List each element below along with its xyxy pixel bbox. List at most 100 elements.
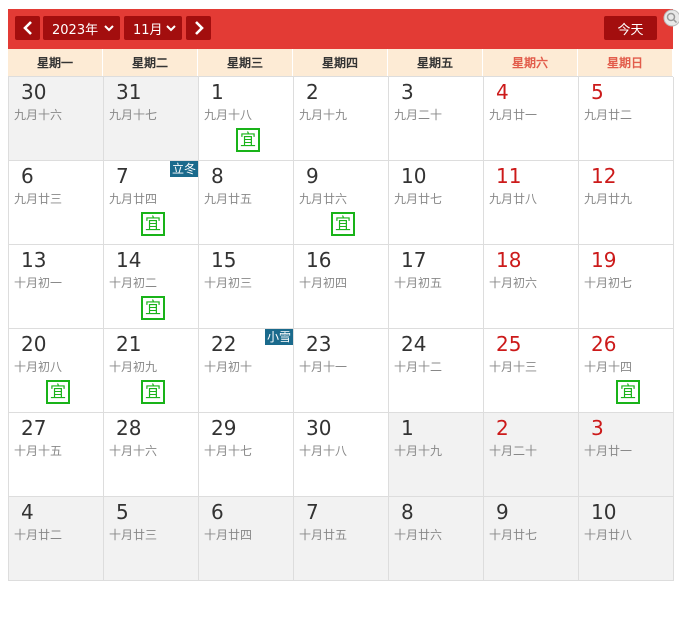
day-number: 30	[21, 80, 47, 104]
weekday-label: 星期三	[198, 49, 293, 76]
day-cell[interactable]: 6 九月廿三	[9, 161, 104, 245]
day-number: 30	[306, 416, 332, 440]
auspicious-badge: 宜	[141, 212, 165, 236]
day-cell[interactable]: 23 十月十一	[294, 329, 389, 413]
day-number: 3	[591, 416, 604, 440]
day-number: 16	[306, 248, 332, 272]
day-number: 2	[496, 416, 509, 440]
day-cell[interactable]: 27 十月十五	[9, 413, 104, 497]
lunar-date: 十月十六	[109, 444, 158, 458]
lunar-date: 十月十八	[299, 444, 348, 458]
auspicious-badge: 宜	[46, 380, 70, 404]
lunar-date: 九月十七	[109, 108, 158, 122]
day-cell[interactable]: 15 十月初三	[199, 245, 294, 329]
day-cell[interactable]: 7 九月廿四宜 立冬	[104, 161, 199, 245]
lunar-date: 九月廿八	[489, 192, 538, 206]
day-cell[interactable]: 2 十月二十	[484, 413, 579, 497]
day-cell[interactable]: 9 十月廿七	[484, 497, 579, 581]
lunar-date: 十月初五	[394, 276, 443, 290]
auspicious-badge: 宜	[236, 128, 260, 152]
day-cell[interactable]: 3 十月廿一	[579, 413, 674, 497]
day-cell[interactable]: 1 九月十八宜	[199, 77, 294, 161]
day-cell[interactable]: 8 十月廿六	[389, 497, 484, 581]
weekday-label: 星期五	[388, 49, 483, 76]
lunar-date: 十月廿二	[14, 528, 63, 542]
day-cell[interactable]: 25 十月十三	[484, 329, 579, 413]
day-cell[interactable]: 6 十月廿四	[199, 497, 294, 581]
day-number: 13	[21, 248, 47, 272]
day-number: 14	[116, 248, 142, 272]
lunar-date: 十月十七	[204, 444, 253, 458]
auspicious-badge: 宜	[331, 212, 355, 236]
day-cell[interactable]: 14 十月初二宜	[104, 245, 199, 329]
day-number: 12	[591, 164, 617, 188]
day-cell[interactable]: 10 九月廿七	[389, 161, 484, 245]
lunar-date: 十月初九	[109, 360, 158, 374]
day-cell[interactable]: 30 十月十八	[294, 413, 389, 497]
day-number: 5	[116, 500, 129, 524]
day-cell[interactable]: 18 十月初六	[484, 245, 579, 329]
day-cell[interactable]: 5 十月廿三	[104, 497, 199, 581]
chevron-right-icon	[194, 21, 204, 35]
day-number: 25	[496, 332, 522, 356]
day-cell[interactable]: 26 十月十四宜	[579, 329, 674, 413]
day-cell[interactable]: 4 九月廿一	[484, 77, 579, 161]
day-cell[interactable]: 9 九月廿六宜	[294, 161, 389, 245]
day-number: 10	[591, 500, 617, 524]
lunar-date: 十月十二	[394, 360, 443, 374]
day-cell[interactable]: 24 十月十二	[389, 329, 484, 413]
month-select[interactable]: 11月	[124, 16, 182, 40]
day-number: 18	[496, 248, 522, 272]
day-cell[interactable]: 29 十月十七	[199, 413, 294, 497]
today-button[interactable]: 今天	[604, 16, 657, 40]
lunar-date: 九月廿四	[109, 192, 158, 206]
search-icon[interactable]	[663, 9, 679, 27]
lunar-date: 十月十三	[489, 360, 538, 374]
day-cell[interactable]: 4 十月廿二	[9, 497, 104, 581]
next-month-button[interactable]	[186, 16, 211, 40]
day-cell[interactable]: 21 十月初九宜	[104, 329, 199, 413]
lunar-date: 九月廿三	[14, 192, 63, 206]
day-number: 7	[116, 164, 129, 188]
year-select[interactable]: 2023年	[43, 16, 120, 40]
lunar-date: 十月初八	[14, 360, 63, 374]
day-cell[interactable]: 17 十月初五	[389, 245, 484, 329]
day-number: 26	[591, 332, 617, 356]
weekday-label: 星期一	[8, 49, 103, 76]
day-number: 9	[496, 500, 509, 524]
day-cell[interactable]: 1 十月十九	[389, 413, 484, 497]
day-cell[interactable]: 16 十月初四	[294, 245, 389, 329]
day-number: 6	[211, 500, 224, 524]
day-number: 20	[21, 332, 47, 356]
day-cell[interactable]: 3 九月二十	[389, 77, 484, 161]
lunar-date: 十月初十	[204, 360, 253, 374]
day-cell[interactable]: 20 十月初八宜	[9, 329, 104, 413]
day-cell[interactable]: 19 十月初七	[579, 245, 674, 329]
lunar-date: 十月廿三	[109, 528, 158, 542]
day-cell[interactable]: 31 九月十七	[104, 77, 199, 161]
day-cell[interactable]: 28 十月十六	[104, 413, 199, 497]
day-cell[interactable]: 22 十月初十 小雪	[199, 329, 294, 413]
prev-month-button[interactable]	[15, 16, 40, 40]
day-cell[interactable]: 30 九月十六	[9, 77, 104, 161]
day-cell[interactable]: 12 九月廿九	[579, 161, 674, 245]
day-cell[interactable]: 5 九月廿二	[579, 77, 674, 161]
auspicious-badge: 宜	[141, 296, 165, 320]
day-cell[interactable]: 13 十月初一	[9, 245, 104, 329]
auspicious-badge: 宜	[141, 380, 165, 404]
day-cell[interactable]: 7 十月廿五	[294, 497, 389, 581]
day-cell[interactable]: 10 十月廿八	[579, 497, 674, 581]
lunar-date: 九月十六	[14, 108, 63, 122]
weekday-header: 星期一 星期二 星期三 星期四 星期五 星期六 星期日	[8, 49, 673, 77]
day-number: 7	[306, 500, 319, 524]
day-number: 31	[116, 80, 142, 104]
lunar-date: 十月初一	[14, 276, 63, 290]
weekday-label: 星期二	[103, 49, 198, 76]
lunar-date: 十月初七	[584, 276, 633, 290]
day-cell[interactable]: 2 九月十九	[294, 77, 389, 161]
chevron-down-icon	[166, 25, 176, 32]
weekday-label: 星期四	[293, 49, 388, 76]
day-cell[interactable]: 11 九月廿八	[484, 161, 579, 245]
day-cell[interactable]: 8 九月廿五	[199, 161, 294, 245]
lunar-date: 十月初二	[109, 276, 158, 290]
